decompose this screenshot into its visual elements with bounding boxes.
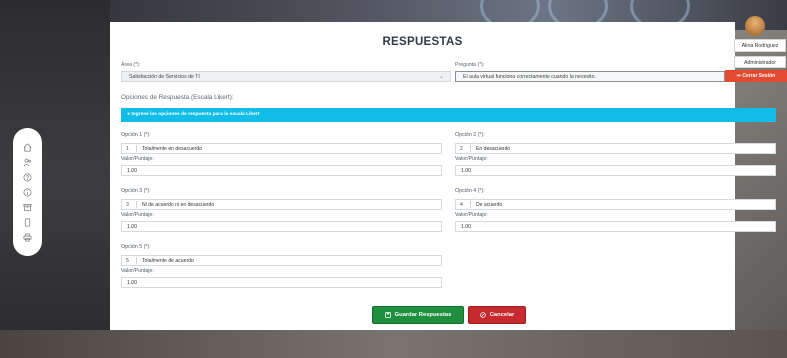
option-1-text: Totalmente en desacuerdo: [142, 146, 203, 152]
divider: [470, 145, 471, 152]
option-1-score-input[interactable]: 1.00: [121, 165, 442, 176]
option-3-input[interactable]: 3 Ni de acuerdo ni en desacuerdo: [121, 199, 442, 210]
option-2-number: 2: [460, 146, 463, 152]
area-select-value: Satisfacción de Servicios de TI: [129, 74, 200, 80]
option-2-text: En desacuerdo: [476, 146, 511, 152]
option-2-label: Opción 2 (*):: [455, 132, 485, 138]
home-icon[interactable]: [21, 141, 35, 153]
option-1-score-label: Valor/Puntaje:: [121, 156, 154, 162]
archive-icon[interactable]: [21, 201, 35, 213]
option-1-number: 1: [126, 146, 129, 152]
cancel-icon: [479, 312, 486, 318]
main-panel: RESPUESTAS Área (*): Satisfacción de Ser…: [110, 22, 776, 330]
option-4-number: 4: [460, 202, 463, 208]
option-2-input[interactable]: 2 En desacuerdo: [455, 143, 776, 154]
area-label: Área (*):: [121, 62, 141, 68]
option-3-number: 3: [126, 202, 129, 208]
divider: [136, 201, 137, 208]
user-name[interactable]: Alina Rodriguez: [734, 39, 786, 52]
option-5-score-input[interactable]: 1.00: [121, 277, 442, 288]
option-3-score-input[interactable]: 1.00: [121, 221, 442, 232]
print-icon[interactable]: [21, 231, 35, 243]
avatar[interactable]: [745, 16, 765, 36]
side-nav: [13, 128, 42, 256]
divider: [136, 257, 137, 264]
option-4-score-input[interactable]: 1.00: [455, 221, 776, 232]
page-title: RESPUESTAS: [382, 36, 463, 48]
option-2-score-label: Valor/Puntaje:: [455, 156, 488, 162]
option-4-score-label: Valor/Puntaje:: [455, 212, 488, 218]
users-icon[interactable]: [21, 156, 35, 168]
option-4-input[interactable]: 4 De acuerdo: [455, 199, 776, 210]
logout-label: Cerrar Sesión: [742, 73, 776, 79]
logout-button[interactable]: ⇨ Cerrar Sesión: [725, 70, 787, 82]
question-label: Pregunta (*):: [455, 62, 485, 68]
divider: [136, 145, 137, 152]
save-icon: [384, 312, 391, 318]
option-1-input[interactable]: 1 Totalmente en desacuerdo: [121, 143, 442, 154]
option-4-label: Opción 4 (*):: [455, 188, 485, 194]
question-select[interactable]: El aula virtual funciona correctamente c…: [455, 71, 725, 82]
option-4-text: De acuerdo: [476, 202, 503, 208]
area-select[interactable]: Satisfacción de Servicios de TI ⌄: [121, 71, 451, 82]
background-bottom: [0, 330, 787, 358]
divider: [470, 201, 471, 208]
option-3-text: Ni de acuerdo ni en desacuerdo: [142, 202, 215, 208]
chevron-down-icon: ⌄: [438, 74, 444, 80]
help-icon[interactable]: [21, 171, 35, 183]
option-5-label: Opción 5 (*):: [121, 244, 151, 250]
option-1-label: Opción 1 (*):: [121, 132, 151, 138]
mobile-icon[interactable]: [21, 216, 35, 228]
info-banner: ● Ingrese las opciones de respuesta para…: [121, 108, 776, 122]
option-2-score-input[interactable]: 1.00: [455, 165, 776, 176]
save-button[interactable]: Guardar Respuestas: [372, 306, 464, 324]
cancel-button-label: Cancelar: [489, 312, 515, 318]
option-5-text: Totalmente de acuerdo: [142, 258, 194, 264]
logout-icon: ⇨: [736, 73, 741, 79]
cancel-button[interactable]: Cancelar: [468, 306, 526, 324]
info-icon[interactable]: [21, 186, 35, 198]
option-3-label: Opción 3 (*):: [121, 188, 151, 194]
option-5-number: 5: [126, 258, 129, 264]
save-button-label: Guardar Respuestas: [394, 312, 452, 318]
option-5-score-label: Valor/Puntaje:: [121, 268, 154, 274]
option-3-score-label: Valor/Puntaje:: [121, 212, 154, 218]
option-5-input[interactable]: 5 Totalmente de acuerdo: [121, 255, 442, 266]
question-select-value: El aula virtual funciona correctamente c…: [463, 74, 596, 80]
user-role: Administrador: [734, 56, 786, 68]
info-circle-icon: ●: [127, 112, 130, 117]
info-banner-text: Ingrese las opciones de respuesta para l…: [131, 112, 260, 117]
options-section-title: Opciones de Respuesta (Escala Likert):: [121, 94, 234, 101]
